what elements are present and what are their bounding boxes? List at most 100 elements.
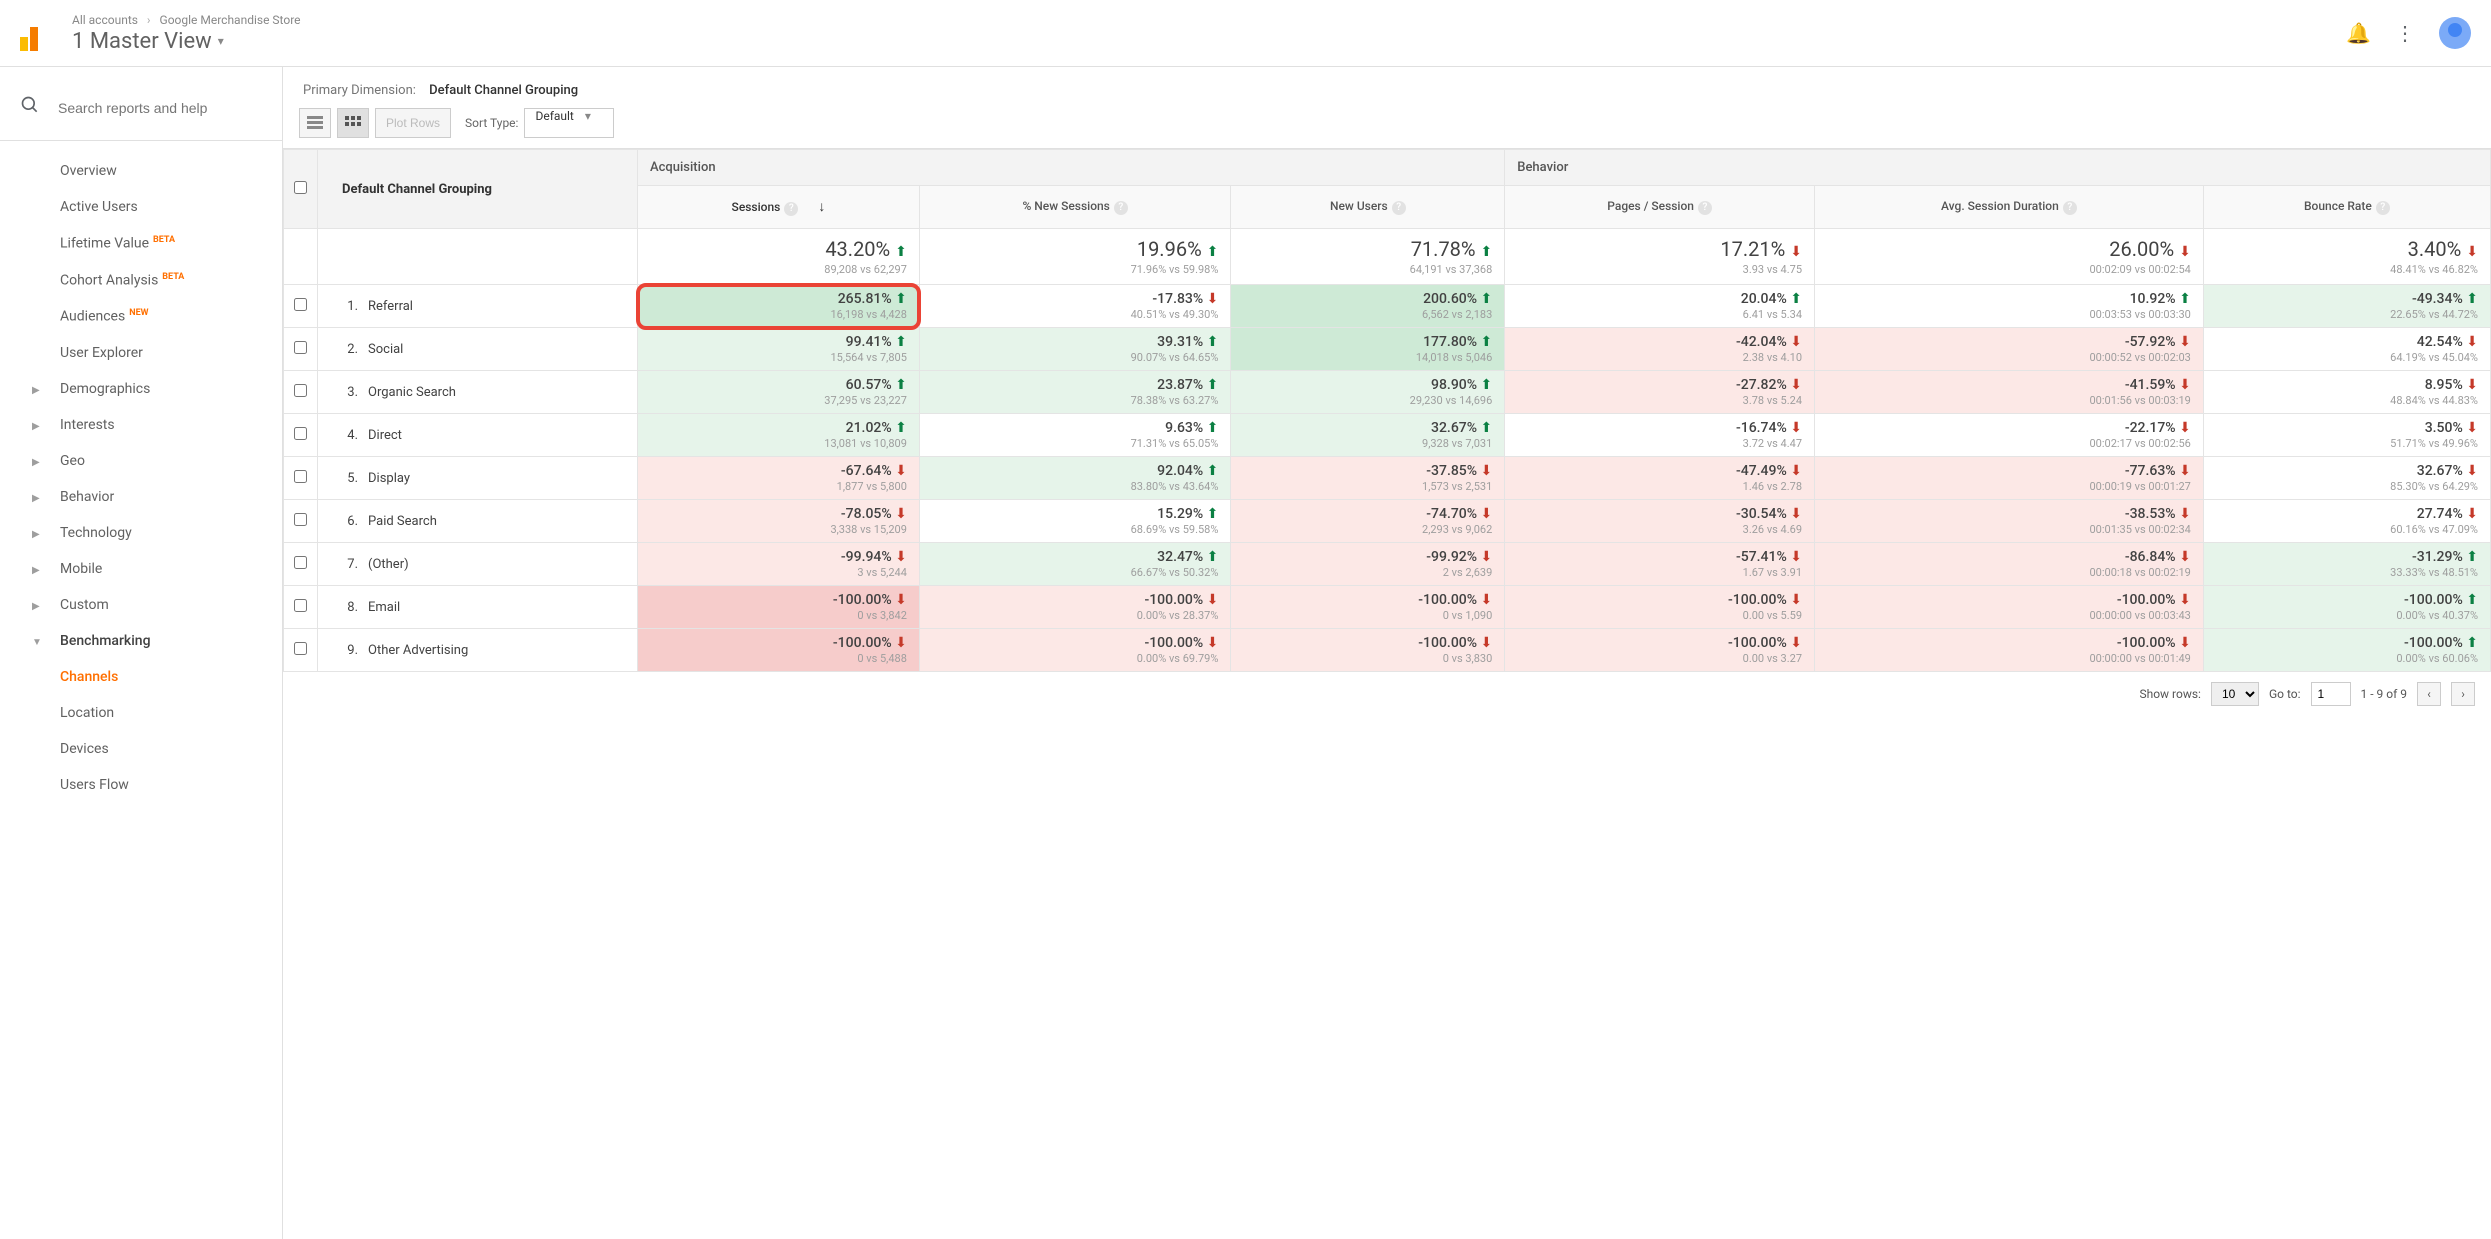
row-dimension[interactable]: 7.(Other) (318, 543, 638, 586)
row-checkbox[interactable] (294, 599, 307, 612)
search-icon (20, 95, 40, 120)
sidebar-item-custom[interactable]: ▶Custom (0, 587, 282, 623)
col-sessions[interactable]: Sessions?↓ (638, 186, 920, 229)
arrow-up-icon: ⬆ (895, 334, 907, 350)
row-dimension[interactable]: 8.Email (318, 586, 638, 629)
table-row: 3.Organic Search60.57% ⬆37,295 vs 23,227… (284, 371, 2491, 414)
sidebar-item-behavior[interactable]: ▶Behavior (0, 479, 282, 515)
col-new-users[interactable]: New Users? (1231, 186, 1505, 229)
row-checkbox[interactable] (294, 470, 307, 483)
col-bounce-rate[interactable]: Bounce Rate? (2203, 186, 2490, 229)
sidebar-item-active-users[interactable]: Active Users (0, 189, 282, 225)
col-pages-session[interactable]: Pages / Session? (1505, 186, 1815, 229)
sidebar-item-lifetime-value[interactable]: Lifetime ValueBETA (0, 225, 282, 262)
row-checkbox[interactable] (294, 642, 307, 655)
help-icon[interactable]: ? (2376, 201, 2390, 215)
help-icon[interactable]: ? (1114, 201, 1128, 215)
cell-c4: -30.54% ⬇3.26 vs 4.69 (1505, 500, 1815, 543)
arrow-up-icon: ⬆ (895, 377, 907, 393)
row-dimension[interactable]: 9.Other Advertising (318, 629, 638, 672)
row-checkbox[interactable] (294, 341, 307, 354)
sidebar-item-cohort-analysis[interactable]: Cohort AnalysisBETA (0, 262, 282, 299)
sidebar-item-label: Devices (60, 741, 109, 757)
select-all-header[interactable] (284, 150, 318, 229)
row-checkbox[interactable] (294, 513, 307, 526)
sidebar-item-geo[interactable]: ▶ Geo (0, 443, 282, 479)
col-avg-duration[interactable]: Avg. Session Duration? (1815, 186, 2204, 229)
sidebar-item-demographics[interactable]: ▶ Demographics (0, 371, 282, 407)
row-checkbox[interactable] (294, 298, 307, 311)
view-selector[interactable]: 1 Master View ▾ (72, 29, 2346, 54)
acquisition-group: Acquisition (638, 150, 1505, 186)
dimension-header[interactable]: Default Channel Grouping (318, 150, 638, 229)
row-checkbox[interactable] (294, 556, 307, 569)
row-checkbox[interactable] (294, 384, 307, 397)
table-row: 2.Social99.41% ⬆15,564 vs 7,80539.31% ⬆9… (284, 328, 2491, 371)
arrow-down-icon: ⬇ (1790, 592, 1802, 608)
sidebar-item-audiences[interactable]: AudiencesNEW (0, 298, 282, 335)
sort-type-select[interactable]: Default ▾ (524, 108, 613, 138)
row-checkbox-cell (284, 586, 318, 629)
search-input[interactable] (58, 100, 262, 116)
next-page-button[interactable]: › (2451, 682, 2475, 706)
help-icon[interactable]: ? (1698, 201, 1712, 215)
sidebar-item-location[interactable]: Location (0, 695, 282, 731)
cell-c3: -74.70% ⬇2,293 vs 9,062 (1231, 500, 1505, 543)
sidebar-item-mobile[interactable]: ▶Mobile (0, 551, 282, 587)
cell-c3: 98.90% ⬆29,230 vs 14,696 (1231, 371, 1505, 414)
sidebar-item-label: Demographics (60, 381, 150, 397)
notifications-icon[interactable]: 🔔 (2346, 21, 2371, 45)
row-dimension[interactable]: 5.Display (318, 457, 638, 500)
triangle-right-icon: ▶ (32, 385, 40, 396)
sidebar-item-interests[interactable]: ▶Interests (0, 407, 282, 443)
goto-input[interactable] (2311, 682, 2351, 706)
help-icon[interactable]: ? (2063, 201, 2077, 215)
cell-c4: -16.74% ⬇3.72 vs 4.47 (1505, 414, 1815, 457)
triangle-right-icon: ▶ (32, 457, 40, 468)
row-dimension[interactable]: 6.Paid Search (318, 500, 638, 543)
account-avatar[interactable] (2439, 17, 2471, 49)
more-icon[interactable]: ⋮ (2395, 21, 2415, 45)
cell-c1: 21.02% ⬆13,081 vs 10,809 (638, 414, 920, 457)
view-table-icon[interactable] (299, 108, 331, 138)
arrow-down-icon: ⬇ (2179, 334, 2191, 350)
arrow-down-icon: ⬇ (1481, 506, 1493, 522)
prev-page-button[interactable]: ‹ (2417, 682, 2441, 706)
view-comparison-icon[interactable] (337, 108, 369, 138)
col-new-sessions[interactable]: % New Sessions? (919, 186, 1231, 229)
breadcrumb[interactable]: All accounts › Google Merchandise Store (72, 13, 2346, 27)
sidebar-item-channels[interactable]: Channels (0, 659, 282, 695)
row-dimension[interactable]: 3.Organic Search (318, 371, 638, 414)
arrow-down-icon: ⬇ (895, 506, 907, 522)
sidebar-item-label: Behavior (60, 489, 114, 505)
sidebar-item-users-flow[interactable]: Users Flow (0, 767, 282, 803)
search-box[interactable] (0, 87, 282, 141)
sidebar-item-label: Geo (60, 453, 85, 469)
cell-c1: -100.00% ⬇0 vs 3,842 (638, 586, 920, 629)
row-dimension[interactable]: 1.Referral (318, 285, 638, 328)
sidebar-item-devices[interactable]: Devices (0, 731, 282, 767)
summary-row: 43.20% ⬆89,208 vs 62,29719.96% ⬆71.96% v… (284, 229, 2491, 285)
breadcrumb-block: All accounts › Google Merchandise Store … (72, 13, 2346, 54)
show-rows-select[interactable]: 10 (2211, 682, 2259, 706)
sidebar-item-benchmarking[interactable]: ▼Benchmarking (0, 623, 282, 659)
sidebar-item-overview[interactable]: Overview (0, 153, 282, 189)
cell-c5: -38.53% ⬇00:01:35 vs 00:02:34 (1815, 500, 2204, 543)
select-all-checkbox[interactable] (294, 181, 307, 194)
help-icon[interactable]: ? (784, 202, 798, 216)
arrow-down-icon: ⬇ (2466, 463, 2478, 479)
row-dimension[interactable]: 2.Social (318, 328, 638, 371)
arrow-down-icon: ⬇ (1790, 334, 1802, 350)
help-icon[interactable]: ? (1392, 201, 1406, 215)
row-dimension[interactable]: 4.Direct (318, 414, 638, 457)
sidebar-item-technology[interactable]: ▶Technology (0, 515, 282, 551)
arrow-down-icon: ⬇ (895, 463, 907, 479)
arrow-up-icon: ⬆ (1207, 506, 1219, 522)
row-checkbox[interactable] (294, 427, 307, 440)
arrow-down-icon: ⬇ (2179, 244, 2191, 260)
dimension-value[interactable]: Default Channel Grouping (429, 83, 578, 109)
breadcrumb-store[interactable]: Google Merchandise Store (160, 13, 301, 27)
breadcrumb-accounts[interactable]: All accounts (72, 13, 138, 27)
sidebar-item-user-explorer[interactable]: User Explorer (0, 335, 282, 371)
plot-rows-button[interactable]: Plot Rows (375, 108, 451, 138)
